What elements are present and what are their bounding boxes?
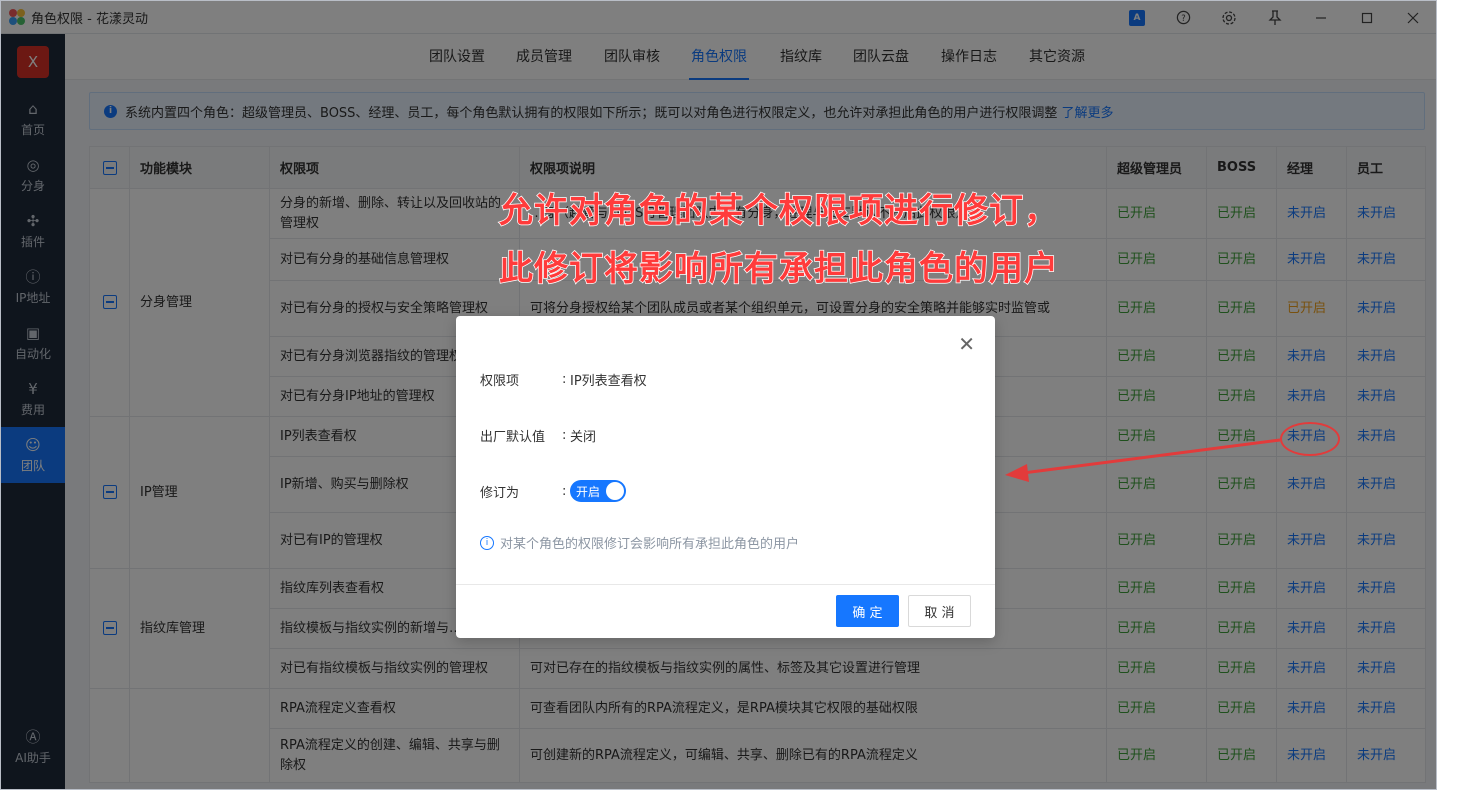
- annotation-line-1: 允许对角色的某个权限项进行修订，: [498, 190, 1059, 232]
- annotation-arrow: [1005, 438, 1281, 482]
- app-window: 角色权限 - 花漾灵动 A ? X ⌂: [0, 0, 1437, 790]
- annotation-line-2: 此修订将影响所有承担此角色的用户: [498, 248, 1059, 290]
